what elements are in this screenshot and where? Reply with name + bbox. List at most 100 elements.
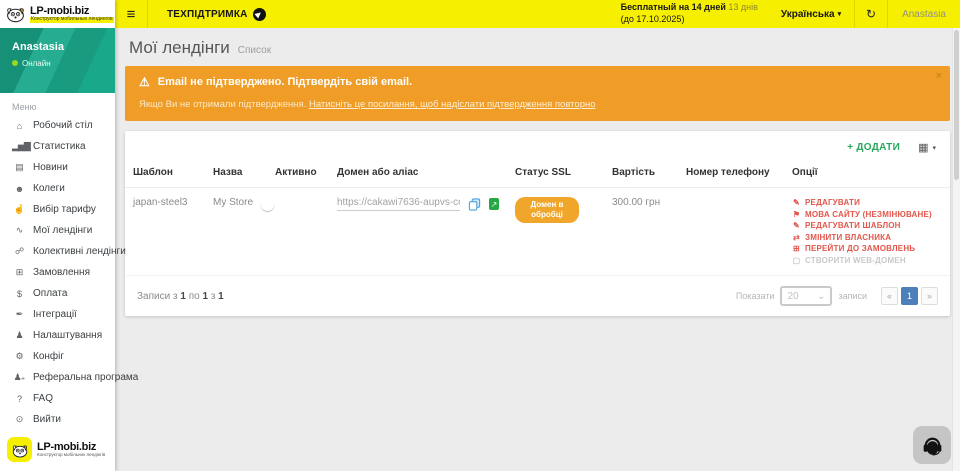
close-icon[interactable]: ×	[936, 70, 942, 82]
sidebar-menu: ⌂ Робочий стіл ▂▅▇ Статистика ▤ Новини ☻…	[0, 115, 115, 430]
table-header-row: ШаблонНазваАктивноДомен або аліасСтатус …	[125, 158, 950, 188]
show-label: Показати	[736, 291, 775, 301]
support-chat-button[interactable]	[913, 426, 951, 464]
option-label: РЕДАГУВАТИ ШАБЛОН	[805, 220, 901, 232]
dog-logo-badge	[7, 437, 32, 462]
refresh-icon[interactable]: ↻	[854, 0, 887, 28]
scrollbar-thumb[interactable]	[954, 30, 959, 180]
option-label: СТВОРИТИ WEB-ДОМЕН	[805, 255, 906, 267]
add-button[interactable]: + ДОДАТИ	[847, 142, 900, 153]
sidebar-item[interactable]: ⚙ Конфіг	[0, 346, 115, 367]
sidebar-item-label: Вийти	[33, 414, 61, 425]
columns-toggle-button[interactable]: ▦ ▾	[918, 141, 936, 154]
copy-icon[interactable]	[468, 198, 481, 211]
change-owner-icon: ⇄	[792, 232, 801, 244]
banner-sub-text: Якщо Ви не отримали підтвердження.	[139, 99, 306, 110]
option-label: ПЕРЕЙТИ ДО ЗАМОВЛЕНЬ	[805, 243, 915, 255]
sidebar-item[interactable]: ♟₊ Реферальна програма	[0, 367, 115, 388]
orders-icon: ⊞	[12, 267, 26, 278]
desktop-icon: ⌂	[12, 121, 26, 131]
language-label: Українська	[781, 9, 835, 20]
tariff-icon: ☝	[12, 204, 26, 215]
column-header: Домен або аліас	[329, 158, 507, 188]
option-link[interactable]: ⇄ ЗМІНИТИ ВЛАСНИКА	[792, 232, 942, 244]
topbar-username[interactable]: Anastasia	[887, 0, 960, 28]
column-header: Статус SSL	[507, 158, 604, 188]
option-link: ▢ СТВОРИТИ WEB-ДОМЕН	[792, 255, 942, 267]
add-button-label: ДОДАТИ	[856, 142, 900, 153]
warning-icon: ⚠	[139, 75, 150, 89]
topbar-right: Бесплатный на 14 дней 13 днів (до 17.10.…	[611, 0, 960, 28]
sidebar-item-label: Замовлення	[33, 267, 90, 278]
sidebar-item[interactable]: ♟ Налаштування	[0, 325, 115, 346]
create-web-domain-icon: ▢	[792, 255, 801, 267]
open-site-icon[interactable]: ↗	[489, 198, 499, 210]
sidebar-item[interactable]: ⌂ Робочий стіл	[0, 115, 115, 136]
resend-confirmation-link[interactable]: Натисніть це посилання, щоб надіслати пі…	[309, 99, 596, 110]
sidebar-item[interactable]: ☝ Вибір тарифу	[0, 199, 115, 220]
sidebar-item[interactable]: ∿ Мої лендінги	[0, 220, 115, 241]
settings-icon: ♟	[12, 330, 26, 341]
page-header: Мої лендінги Список	[115, 28, 960, 65]
option-link[interactable]: ✎ РЕДАГУВАТИ	[792, 197, 942, 209]
sidebar-item[interactable]: ? FAQ	[0, 388, 115, 409]
faq-icon: ?	[12, 394, 26, 404]
language-selector[interactable]: Українська ▾	[768, 0, 854, 28]
statistics-icon: ▂▅▇	[12, 141, 26, 152]
user-name: Anastasia	[12, 41, 103, 53]
pager: « 1 »	[881, 287, 938, 305]
user-status: Онлайн	[12, 59, 103, 68]
hamburger-menu-icon[interactable]: ≡	[115, 0, 148, 28]
chevron-down-icon: ▾	[932, 144, 936, 152]
pagination-controls: Показати 20 ⌄ записи « 1 »	[736, 286, 938, 306]
column-header: Активно	[267, 158, 329, 188]
menu-section-label: Меню	[0, 93, 115, 115]
main-content: Мої лендінги Список ⚠ Email не підтвердж…	[115, 28, 960, 471]
sidebar-item-label: Статистика	[33, 141, 86, 152]
records-info: Записи з 1 по 1 з 1	[137, 291, 224, 302]
sidebar-item[interactable]: ▂▅▇ Статистика	[0, 136, 115, 157]
dog-logo-icon	[5, 3, 26, 24]
sidebar-item[interactable]: $ Оплата	[0, 283, 115, 304]
colleagues-icon: ☻	[12, 184, 26, 194]
sidebar-item-label: Колективні лендінги	[33, 246, 126, 257]
prev-page-button[interactable]: «	[881, 287, 898, 305]
sidebar: LP-mobi.biz Конструктор мобильных лендин…	[0, 0, 115, 471]
banner-subtitle: Якщо Ви не отримали підтвердження. Натис…	[139, 99, 936, 110]
toggle-knob	[261, 198, 274, 211]
sidebar-item-label: FAQ	[33, 393, 53, 404]
next-page-button[interactable]: »	[921, 287, 938, 305]
collective-landings-icon: ☍	[12, 246, 26, 257]
topbar: ≡ ТЕХПІДТРИМКА ▶ Бесплатный на 14 дней 1…	[115, 0, 960, 28]
sidebar-item-label: Конфіг	[33, 351, 64, 362]
option-label: РЕДАГУВАТИ	[805, 197, 860, 209]
brand-tagline: Конструктор мобільних лендінгів	[37, 453, 105, 458]
my-landings-icon: ∿	[12, 225, 26, 236]
card-toolbar: + ДОДАТИ ▦ ▾	[125, 131, 950, 158]
sidebar-logo: LP-mobi.biz Конструктор мобильных лендин…	[0, 0, 115, 28]
option-link[interactable]: ⊞ ПЕРЕЙТИ ДО ЗАМОВЛЕНЬ	[792, 243, 942, 255]
tech-support-link[interactable]: ТЕХПІДТРИМКА ▶	[148, 0, 285, 28]
online-dot-icon	[12, 60, 18, 66]
scrollbar-track[interactable]	[952, 28, 960, 471]
tech-support-label: ТЕХПІДТРИМКА	[167, 9, 248, 20]
sidebar-item-label: Вибір тарифу	[33, 204, 96, 215]
page-1-button[interactable]: 1	[901, 287, 918, 305]
sidebar-item[interactable]: ▤ Новини	[0, 157, 115, 178]
option-link[interactable]: ✎ РЕДАГУВАТИ ШАБЛОН	[792, 220, 942, 232]
go-to-orders-icon: ⊞	[792, 243, 801, 255]
per-page-select[interactable]: 20 ⌄	[780, 286, 832, 306]
news-icon: ▤	[12, 162, 26, 173]
sidebar-item[interactable]: ✒ Інтеграції	[0, 304, 115, 325]
sidebar-item[interactable]: ☍ Колективні лендінги	[0, 241, 115, 262]
option-link[interactable]: ⚑ МОВА САЙТУ (НЕЗМІНЮВАНЕ)	[792, 209, 942, 221]
sidebar-item[interactable]: ☻ Колеги	[0, 178, 115, 199]
sidebar-item[interactable]: ⊙ Вийти	[0, 409, 115, 430]
cell-name: My Store	[205, 188, 267, 276]
column-header: Вартість	[604, 158, 678, 188]
logout-icon: ⊙	[12, 414, 26, 425]
domain-input[interactable]: https://cakawi7636-aupvs-com-42	[337, 197, 460, 211]
sidebar-item[interactable]: ⊞ Замовлення	[0, 262, 115, 283]
option-label: ЗМІНИТИ ВЛАСНИКА	[805, 232, 891, 244]
records-word: записи	[838, 291, 867, 301]
